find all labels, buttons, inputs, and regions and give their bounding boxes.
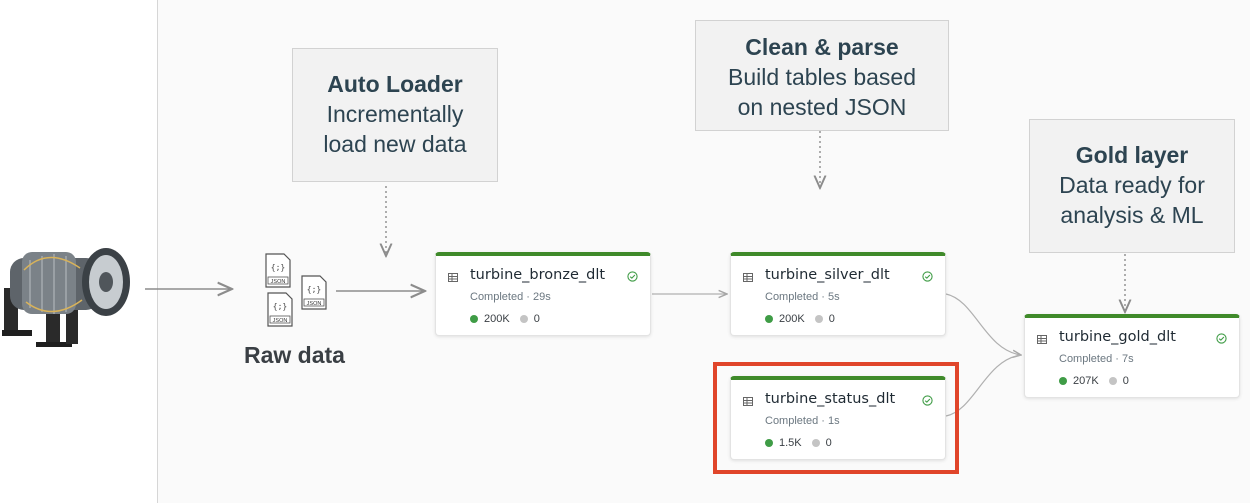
output-rows-count: 207K [1073, 375, 1099, 387]
node-name: turbine_gold_dlt [1059, 329, 1176, 345]
raw-data-label: Raw data [244, 342, 345, 368]
node-metrics: 207K 0 [1059, 375, 1129, 387]
dropped-rows-dot [519, 315, 528, 323]
dropped-rows-dot [1108, 377, 1117, 385]
gold-layer-callout: Gold layer Data ready for analysis & ML [1029, 119, 1235, 253]
svg-text:JSON: JSON [273, 318, 288, 324]
output-rows-count: 200K [484, 313, 510, 325]
callout-line: Build tables based [728, 64, 916, 90]
silver-to-gold-link [945, 293, 1021, 355]
table-icon [448, 273, 458, 282]
status-node-highlight-box [713, 362, 959, 474]
node-turbine-bronze[interactable]: turbine_bronze_dlt Completed · 29s 200K … [435, 252, 651, 336]
callout-line: load new data [323, 131, 467, 157]
check-circle-icon [922, 271, 933, 282]
node-metrics: 200K 0 [470, 313, 540, 325]
check-circle-icon [1216, 333, 1227, 344]
node-turbine-gold[interactable]: turbine_gold_dlt Completed · 7s 207K 0 [1024, 314, 1240, 398]
callout-line: on nested JSON [737, 94, 907, 120]
table-icon [1037, 335, 1047, 344]
callout-line: analysis & ML [1060, 202, 1204, 228]
callout-title: Clean & parse [745, 34, 899, 60]
node-status: Completed · 29s [470, 291, 551, 303]
output-rows-dot [470, 315, 478, 323]
json-file-icon: {;} JSON [265, 253, 291, 288]
callout-line: Data ready for [1059, 172, 1205, 198]
output-rows-count: 200K [779, 313, 805, 325]
svg-text:{;}: {;} [271, 263, 285, 272]
callout-line: Incrementally [326, 101, 464, 127]
svg-text:{;}: {;} [273, 302, 287, 311]
callout-title: Auto Loader [327, 71, 463, 97]
dropped-rows-count: 0 [533, 313, 540, 325]
node-status: Completed · 5s [765, 291, 840, 303]
table-icon [743, 273, 753, 282]
clean-parse-callout: Clean & parse Build tables based on nest… [695, 20, 949, 131]
auto-loader-callout: Auto Loader Incrementally load new data [292, 48, 498, 182]
json-file-icon: {;} JSON [267, 292, 293, 327]
svg-text:JSON: JSON [271, 279, 286, 285]
callout-title: Gold layer [1075, 142, 1189, 168]
output-rows-dot [1059, 377, 1067, 385]
node-status: Completed · 7s [1059, 353, 1134, 365]
svg-text:{;}: {;} [307, 285, 321, 294]
output-rows-dot [765, 315, 773, 323]
dropped-rows-count: 0 [1122, 375, 1129, 387]
json-files-icon: {;} JSON {;} JSON {;} JSON [265, 253, 327, 327]
check-circle-icon [627, 271, 638, 282]
node-name: turbine_bronze_dlt [470, 267, 606, 283]
svg-text:JSON: JSON [307, 301, 322, 307]
dropped-rows-count: 0 [828, 313, 835, 325]
json-file-icon: {;} JSON [301, 275, 327, 310]
dropped-rows-dot [814, 315, 823, 323]
node-name: turbine_silver_dlt [765, 267, 890, 283]
node-turbine-silver[interactable]: turbine_silver_dlt Completed · 5s 200K 0 [730, 252, 946, 336]
node-metrics: 200K 0 [765, 313, 835, 325]
